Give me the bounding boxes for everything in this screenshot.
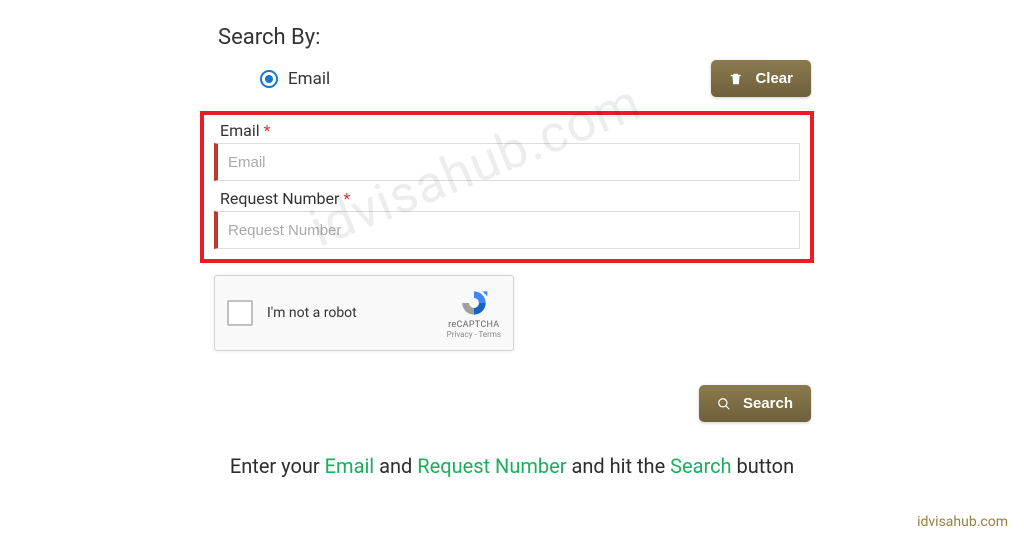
caption-text-2: and bbox=[374, 454, 417, 478]
email-input[interactable] bbox=[214, 143, 800, 181]
recaptcha-text: I'm not a robot bbox=[267, 305, 447, 321]
email-field-group: Email * bbox=[214, 121, 800, 181]
caption-email: Email bbox=[325, 454, 375, 478]
recaptcha-terms[interactable]: Terms bbox=[479, 330, 501, 339]
recaptcha-branding: reCAPTCHA Privacy - Terms bbox=[447, 288, 501, 339]
radio-icon bbox=[260, 70, 278, 88]
email-label-text: Email bbox=[220, 121, 260, 140]
caption-search: Search bbox=[670, 454, 731, 478]
recaptcha-privacy[interactable]: Privacy bbox=[447, 330, 473, 339]
recaptcha-checkbox[interactable] bbox=[227, 300, 253, 326]
search-button[interactable]: Search bbox=[699, 385, 811, 422]
fields-highlight-box: Email * Request Number * bbox=[200, 111, 814, 263]
radio-label: Email bbox=[288, 69, 330, 89]
caption-text-3: and hit the bbox=[567, 454, 671, 478]
request-label: Request Number * bbox=[214, 189, 800, 208]
search-button-label: Search bbox=[743, 395, 793, 412]
radio-email[interactable]: Email bbox=[260, 69, 330, 89]
recaptcha-logo-icon bbox=[457, 288, 491, 318]
email-required: * bbox=[264, 121, 271, 140]
top-row: Email Clear bbox=[0, 60, 1024, 97]
recaptcha-links: Privacy - Terms bbox=[447, 330, 501, 339]
caption-request: Request Number bbox=[417, 454, 566, 478]
request-number-input[interactable] bbox=[214, 211, 800, 249]
request-label-text: Request Number bbox=[220, 189, 339, 208]
request-required: * bbox=[343, 189, 350, 208]
search-icon bbox=[717, 397, 731, 411]
site-credit: idvisahub.com bbox=[917, 514, 1008, 530]
clear-button[interactable]: Clear bbox=[711, 60, 811, 97]
recaptcha-widget[interactable]: I'm not a robot reCAPTCHA Privacy - Term… bbox=[214, 275, 514, 351]
email-label: Email * bbox=[214, 121, 800, 140]
clear-button-label: Clear bbox=[755, 70, 793, 87]
search-row: Search bbox=[0, 385, 1024, 422]
trash-icon bbox=[729, 72, 743, 86]
caption-text-4: button bbox=[732, 454, 795, 478]
request-field-group: Request Number * bbox=[214, 189, 800, 249]
search-by-heading: Search By: bbox=[218, 25, 1024, 50]
instruction-caption: Enter your Email and Request Number and … bbox=[0, 454, 1024, 478]
recaptcha-brand: reCAPTCHA bbox=[447, 320, 501, 330]
caption-text-1: Enter your bbox=[230, 454, 325, 478]
